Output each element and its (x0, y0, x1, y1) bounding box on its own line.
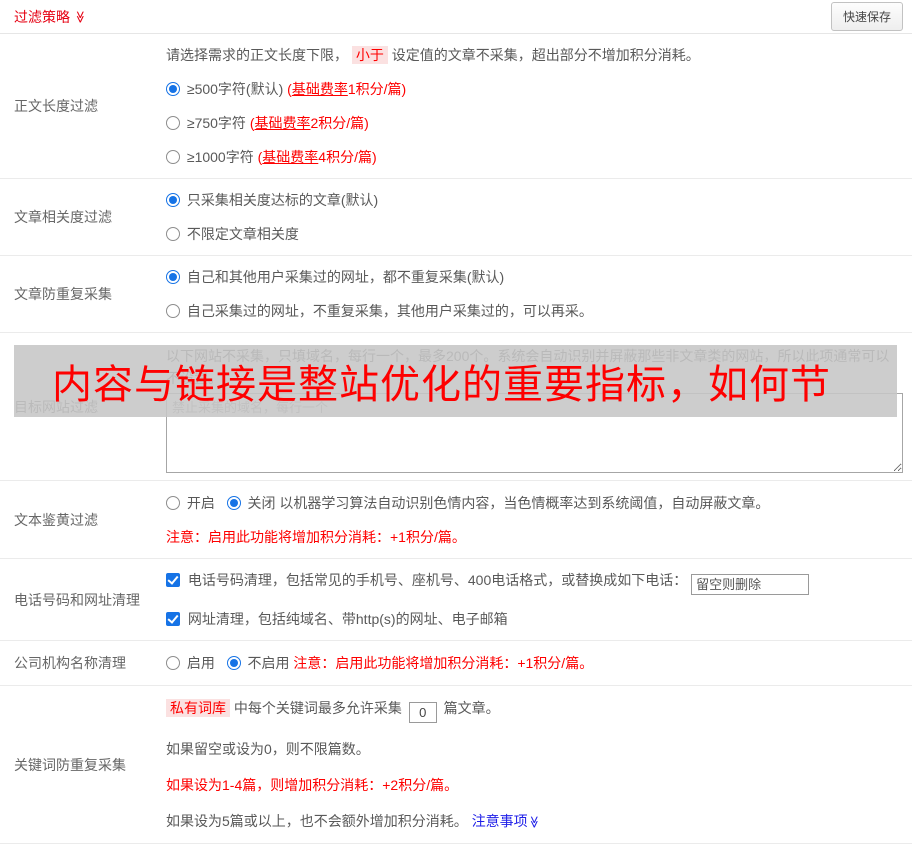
row-phone-url-cleanup: 电话号码和网址清理 电话号码清理，包括常见的手机号、座机号、400电话格式，或替… (0, 559, 912, 641)
limit-text-suffix: 篇文章。 (443, 700, 500, 716)
row-keyword-dedup: 关键词防重复采集 私有词库 中每个关键词最多允许采集 篇文章。 如果留空或设为0… (0, 686, 912, 844)
porn-filter-options: 开启 关闭 以机器学习算法自动识别色情内容，当色情概率达到系统阈值，自动屏蔽文章… (166, 493, 903, 513)
quick-save-button[interactable]: 快速保存 (830, 2, 903, 31)
fee-note: (基础费率1积分/篇) (287, 81, 406, 97)
row-label: 电话号码和网址清理 (14, 591, 140, 608)
checkbox-url-cleanup[interactable] (166, 612, 180, 626)
row-content-length-filter: 正文长度过滤 请选择需求的正文长度下限， 小于 设定值的文章不采集，超出部分不增… (0, 34, 912, 179)
checkbox-phone-cleanup[interactable] (166, 573, 180, 587)
row-company-name-cleanup: 公司机构名称清理 启用 不启用 注意：启用此功能将增加积分消耗：+1积分/篇。 (0, 641, 912, 686)
radio-porn-on[interactable] (166, 495, 180, 510)
fee-rest: 2积分/篇) (310, 115, 369, 131)
ad-banner-overlay[interactable]: 内容与链接是整站优化的重要指标，如何节 (14, 345, 897, 417)
fee-note: (基础费率4积分/篇) (258, 149, 377, 165)
dedup-option-global[interactable]: 自己和其他用户采集过的网址，都不重复采集(默认) (166, 267, 903, 287)
checkbox-label[interactable]: 电话号码清理，包括常见的手机号、座机号、400电话格式，或替换成如下电话： (188, 572, 687, 588)
keyword-limit-line: 私有词库 中每个关键词最多允许采集 篇文章。 (166, 698, 903, 723)
porn-option-on[interactable]: 开启 (166, 495, 219, 511)
row-label: 文本鉴黄过滤 (14, 511, 98, 528)
relevance-option-strict[interactable]: 只采集相关度达标的文章(默认) (166, 190, 903, 210)
limit-text: 中每个关键词最多允许采集 (233, 700, 402, 716)
row-dedup-collection: 文章防重复采集 自己和其他用户采集过的网址，都不重复采集(默认) 自己采集过的网… (0, 256, 912, 333)
keyword-note-five: 如果设为5篇或以上，也不会额外增加积分消耗。 注意事项≫ (166, 811, 903, 831)
row-label: 文章防重复采集 (14, 286, 112, 302)
intro-highlight: 小于 (351, 46, 388, 64)
radio-porn-off[interactable] (226, 495, 241, 510)
replacement-phone-input[interactable] (691, 574, 810, 595)
fee-rate-link[interactable]: 基础费率 (292, 81, 348, 97)
fee-rest: 4积分/篇) (318, 149, 377, 165)
keyword-note-zero: 如果留空或设为0，则不限篇数。 (166, 741, 370, 757)
phone-cleanup-line: 电话号码清理，包括常见的手机号、座机号、400电话格式，或替换成如下电话： (166, 570, 903, 595)
chevron-down-icon: ≫ (526, 815, 541, 829)
row-label: 正文长度过滤 (14, 98, 98, 114)
option-label[interactable]: 自己和其他用户采集过的网址，都不重复采集(默认) (187, 269, 504, 285)
radio-500[interactable] (166, 82, 180, 96)
keyword-note-cost: 如果设为1-4篇，则增加积分消耗：+2积分/篇。 (166, 777, 459, 793)
option-label[interactable]: 只采集相关度达标的文章(默认) (187, 192, 378, 208)
notes-link[interactable]: 注意事项≫ (472, 813, 541, 829)
row-label: 公司机构名称清理 (14, 655, 126, 671)
intro-pre: 请选择需求的正文长度下限， (166, 47, 348, 63)
page-title[interactable]: 过滤策略 ≫ (14, 7, 87, 27)
fee-note: (基础费率2积分/篇) (250, 115, 369, 131)
row-relevance-filter: 文章相关度过滤 只采集相关度达标的文章(默认) 不限定文章相关度 (0, 179, 912, 256)
intro-post: 设定值的文章不采集，超出部分不增加积分消耗。 (391, 47, 700, 63)
option-label[interactable]: 不启用 (247, 655, 289, 671)
option-label[interactable]: 不限定文章相关度 (187, 226, 299, 242)
porn-filter-description: 以机器学习算法自动识别色情内容，当色情概率达到系统阈值，自动屏蔽文章。 (279, 494, 770, 511)
option-label[interactable]: ≥750字符 (187, 115, 246, 131)
fee-rate-link[interactable]: 基础费率 (262, 149, 318, 165)
length-option-750[interactable]: ≥750字符 (基础费率2积分/篇) (166, 113, 903, 133)
length-option-500[interactable]: ≥500字符(默认) (基础费率1积分/篇) (166, 79, 903, 99)
company-option-disable[interactable]: 不启用 (226, 655, 294, 671)
radio-relevance-strict[interactable] (166, 193, 180, 207)
relevance-option-any[interactable]: 不限定文章相关度 (166, 224, 903, 244)
option-label[interactable]: ≥500字符(默认) (187, 81, 283, 97)
filter-strategy-page: 过滤策略 ≫ 快速保存 正文长度过滤 请选择需求的正文长度下限， 小于 设定值的… (0, 0, 912, 844)
fee-rate-link[interactable]: 基础费率 (255, 115, 311, 131)
option-label[interactable]: 启用 (187, 655, 215, 671)
option-label[interactable]: 自己采集过的网址，不重复采集，其他用户采集过的，可以再采。 (187, 303, 593, 319)
checkbox-label[interactable]: 网址清理，包括纯域名、带http(s)的网址、电子邮箱 (188, 611, 508, 627)
radio-company-enable[interactable] (166, 656, 180, 670)
row-porn-filter: 文本鉴黄过滤 开启 关闭 以机器学习算法自动识别色情内容，当色情概率达到系统阈值… (0, 481, 912, 559)
keyword-limit-input[interactable] (408, 702, 437, 723)
ad-banner-text[interactable]: 内容与链接是整站优化的重要指标，如何节 (14, 352, 831, 410)
url-cleanup-line: 网址清理，包括纯域名、带http(s)的网址、电子邮箱 (166, 609, 903, 629)
notes-link-label: 注意事项 (471, 813, 528, 829)
porn-option-off[interactable]: 关闭 (226, 495, 280, 511)
page-header: 过滤策略 ≫ 快速保存 (0, 0, 912, 34)
private-lexicon-tag[interactable]: 私有词库 (166, 699, 230, 717)
radio-dedup-self[interactable] (166, 304, 180, 318)
note-text: 如果设为5篇或以上，也不会额外增加积分消耗。 (166, 813, 468, 829)
chevron-down-icon: ≫ (73, 10, 88, 23)
porn-filter-note: 注意：启用此功能将增加积分消耗：+1积分/篇。 (166, 528, 466, 545)
page-title-text: 过滤策略 (14, 8, 70, 25)
radio-company-disable[interactable] (226, 656, 241, 670)
content-length-intro: 请选择需求的正文长度下限， 小于 设定值的文章不采集，超出部分不增加积分消耗。 (166, 45, 903, 65)
row-label: 文章相关度过滤 (14, 209, 112, 225)
company-cleanup-note: 注意：启用此功能将增加积分消耗：+1积分/篇。 (293, 655, 594, 671)
company-cleanup-options: 启用 不启用 注意：启用此功能将增加积分消耗：+1积分/篇。 (166, 653, 903, 673)
radio-1000[interactable] (166, 150, 180, 164)
fee-rest: 1积分/篇) (347, 81, 407, 97)
length-option-1000[interactable]: ≥1000字符 (基础费率4积分/篇) (166, 147, 903, 167)
radio-750[interactable] (166, 116, 180, 130)
option-label[interactable]: ≥1000字符 (187, 149, 254, 165)
option-label[interactable]: 关闭 (247, 495, 275, 511)
radio-relevance-any[interactable] (166, 227, 180, 241)
radio-dedup-global[interactable] (166, 270, 180, 284)
option-label[interactable]: 开启 (187, 495, 215, 511)
company-option-enable[interactable]: 启用 (166, 655, 219, 671)
dedup-option-self[interactable]: 自己采集过的网址，不重复采集，其他用户采集过的，可以再采。 (166, 301, 903, 321)
row-label: 关键词防重复采集 (14, 756, 126, 773)
